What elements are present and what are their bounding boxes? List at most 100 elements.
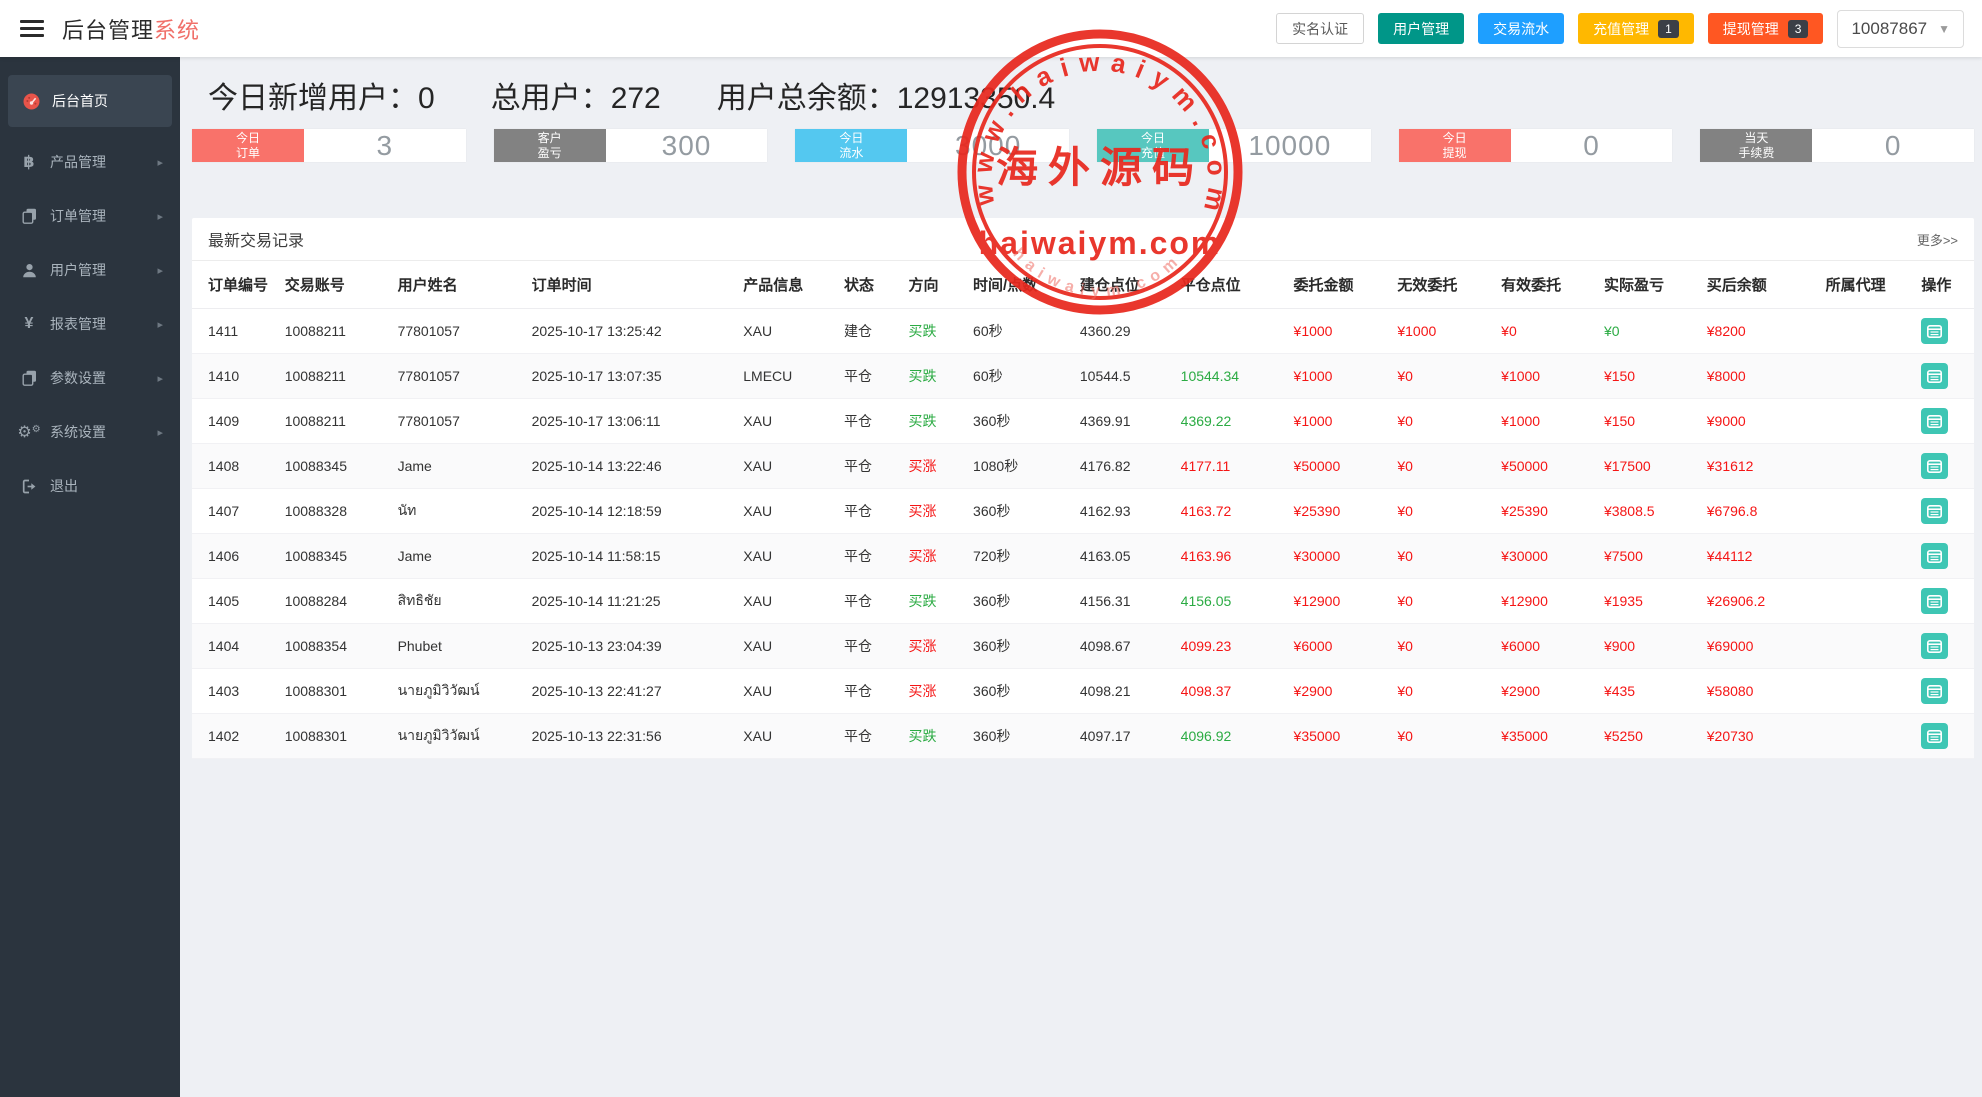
sidebar-item-label: 系统设置 xyxy=(50,424,106,440)
cell-product: XAU xyxy=(739,533,841,579)
order-detail-icon xyxy=(1927,684,1943,698)
table-row: 1403 10088301 นายภูมิวิวัฒน์ 2025-10-13 22:… xyxy=(192,668,1974,714)
cell-id: 1405 xyxy=(192,578,281,624)
sidebar-item-logout[interactable]: 退出 xyxy=(0,459,180,513)
stat-card-value: 0 xyxy=(1812,129,1975,162)
yen-icon: ¥ xyxy=(24,315,34,332)
cell-balance: ¥58080 xyxy=(1702,668,1822,714)
row-action-button[interactable] xyxy=(1921,318,1949,344)
cell-invalid: ¥0 xyxy=(1393,353,1498,399)
sidebar-item-label: 用户管理 xyxy=(50,262,106,278)
cell-agent xyxy=(1821,533,1918,579)
hamburger-menu-icon[interactable] xyxy=(20,16,44,41)
cell-open: 4163.05 xyxy=(1075,533,1177,579)
cell-product: XAU xyxy=(739,308,841,354)
row-action-button[interactable] xyxy=(1921,678,1949,704)
row-action-button[interactable] xyxy=(1921,633,1949,659)
order-detail-icon xyxy=(1927,459,1943,473)
cell-status: 平仓 xyxy=(840,443,905,489)
sidebar-item-orders[interactable]: 订单管理 ▸ xyxy=(0,189,180,243)
cell-balance: ¥8200 xyxy=(1702,308,1822,354)
row-action-button[interactable] xyxy=(1921,543,1949,569)
header-button-outline[interactable]: 实名认证 xyxy=(1276,13,1365,44)
cell-id: 1403 xyxy=(192,668,281,714)
column-header-direction: 方向 xyxy=(904,261,970,309)
sidebar-item-home[interactable]: 后台首页 xyxy=(8,75,172,127)
cell-time: 2025-10-14 11:21:25 xyxy=(527,578,740,624)
sidebar-item-params[interactable]: 参数设置 ▸ xyxy=(0,351,180,405)
row-action-button[interactable] xyxy=(1921,723,1949,749)
user-icon xyxy=(17,263,41,278)
header-actions: 实名认证 用户管理 交易流水 充值管理 1 提现管理 3 10087867 ▼ xyxy=(1276,9,1982,48)
sidebar-item-gears[interactable]: ⚙⚙ 系统设置 ▸ xyxy=(0,405,180,459)
table-row: 1406 10088345 Jame 2025-10-14 11:58:15 XAU 平仓… xyxy=(192,533,1974,579)
cell-action xyxy=(1917,308,1974,354)
stat-card-value: 0 xyxy=(1510,129,1673,162)
cell-profit: ¥0 xyxy=(1599,308,1703,354)
chevron-right-icon: ▸ xyxy=(157,210,163,223)
header-button-blue[interactable]: 交易流水 xyxy=(1478,13,1565,44)
cell-status: 平仓 xyxy=(840,713,905,759)
header-button-label: 充值管理 xyxy=(1593,20,1650,37)
account-number: 10087867 xyxy=(1851,18,1928,38)
cell-close: 10544.34 xyxy=(1176,353,1290,399)
column-header-id: 订单编号 xyxy=(192,261,281,309)
column-header-product: 产品信息 xyxy=(739,261,841,309)
cell-invalid: ¥0 xyxy=(1393,713,1498,759)
cell-amount: ¥1000 xyxy=(1289,308,1394,354)
sidebar-item-label: 退出 xyxy=(50,478,78,494)
row-action-button[interactable] xyxy=(1921,363,1949,389)
cell-invalid: ¥0 xyxy=(1393,623,1498,669)
cell-product: XAU xyxy=(739,668,841,714)
header-button-yellow[interactable]: 充值管理 1 xyxy=(1578,13,1694,44)
cell-product: XAU xyxy=(739,398,841,444)
cell-account: 10088345 xyxy=(280,443,394,489)
cell-agent xyxy=(1821,713,1918,759)
cell-amount: ¥35000 xyxy=(1289,713,1394,759)
sidebar-item-label: 产品管理 xyxy=(50,154,106,170)
cell-id: 1402 xyxy=(192,713,281,759)
order-detail-icon xyxy=(1927,549,1943,563)
cell-action xyxy=(1917,623,1974,669)
cell-product: XAU xyxy=(739,713,841,759)
more-link[interactable]: 更多>> xyxy=(1917,230,1958,249)
cell-account: 10088211 xyxy=(280,398,394,444)
app-title-red: 系统 xyxy=(154,17,201,43)
chevron-right-icon: ▸ xyxy=(157,264,163,277)
header-button-orange[interactable]: 提现管理 3 xyxy=(1707,13,1824,44)
row-action-button[interactable] xyxy=(1921,408,1949,434)
table-row: 1410 10088211 77801057 2025-10-17 13:07:35 L… xyxy=(192,353,1974,399)
main-content: 今日新增用户：0 总用户：272 用户总余额：12913350.4 今日 订单 3… xyxy=(180,57,1982,1097)
order-detail-icon xyxy=(1927,594,1943,608)
header-button-label: 提现管理 xyxy=(1722,20,1779,37)
cell-invalid: ¥0 xyxy=(1393,578,1498,624)
sidebar-item-yen[interactable]: ¥ 报表管理 ▸ xyxy=(0,297,180,351)
header-button-green[interactable]: 用户管理 xyxy=(1378,13,1465,44)
cell-name: 77801057 xyxy=(393,353,528,399)
cell-time: 2025-10-14 11:58:15 xyxy=(527,533,740,579)
row-action-button[interactable] xyxy=(1921,453,1949,479)
cell-profit: ¥435 xyxy=(1599,668,1703,714)
cell-open: 4176.82 xyxy=(1075,443,1177,489)
cell-balance: ¥9000 xyxy=(1702,398,1822,444)
cell-profit: ¥150 xyxy=(1599,353,1703,399)
cell-product: XAU xyxy=(739,488,841,534)
sidebar-item-bitcoin[interactable]: ฿ 产品管理 ▸ xyxy=(0,135,180,189)
cell-open: 4360.29 xyxy=(1075,308,1177,354)
panel-title: 最新交易记录 xyxy=(208,233,305,250)
stat-card: 客户 盈亏 300 xyxy=(493,129,768,162)
cell-valid: ¥0 xyxy=(1497,308,1600,354)
row-action-button[interactable] xyxy=(1921,498,1949,524)
cell-product: LMECU xyxy=(739,353,841,399)
cell-amount: ¥6000 xyxy=(1289,623,1394,669)
row-action-button[interactable] xyxy=(1921,588,1949,614)
cell-profit: ¥7500 xyxy=(1599,533,1703,579)
order-detail-icon xyxy=(1927,414,1943,428)
stat-card-value: 300 xyxy=(605,129,768,162)
account-dropdown[interactable]: 10087867 ▼ xyxy=(1837,9,1964,48)
sidebar-item-user[interactable]: 用户管理 ▸ xyxy=(0,243,180,297)
cell-account: 10088284 xyxy=(280,578,394,624)
table-header-row: 订单编号 交易账号 用户姓名 订单时间 产品信息 状态 方向 时间/点数 建仓点位 平仓点位 委托金… xyxy=(192,261,1974,309)
cell-valid: ¥12900 xyxy=(1497,578,1600,624)
cell-valid: ¥25390 xyxy=(1497,488,1600,534)
